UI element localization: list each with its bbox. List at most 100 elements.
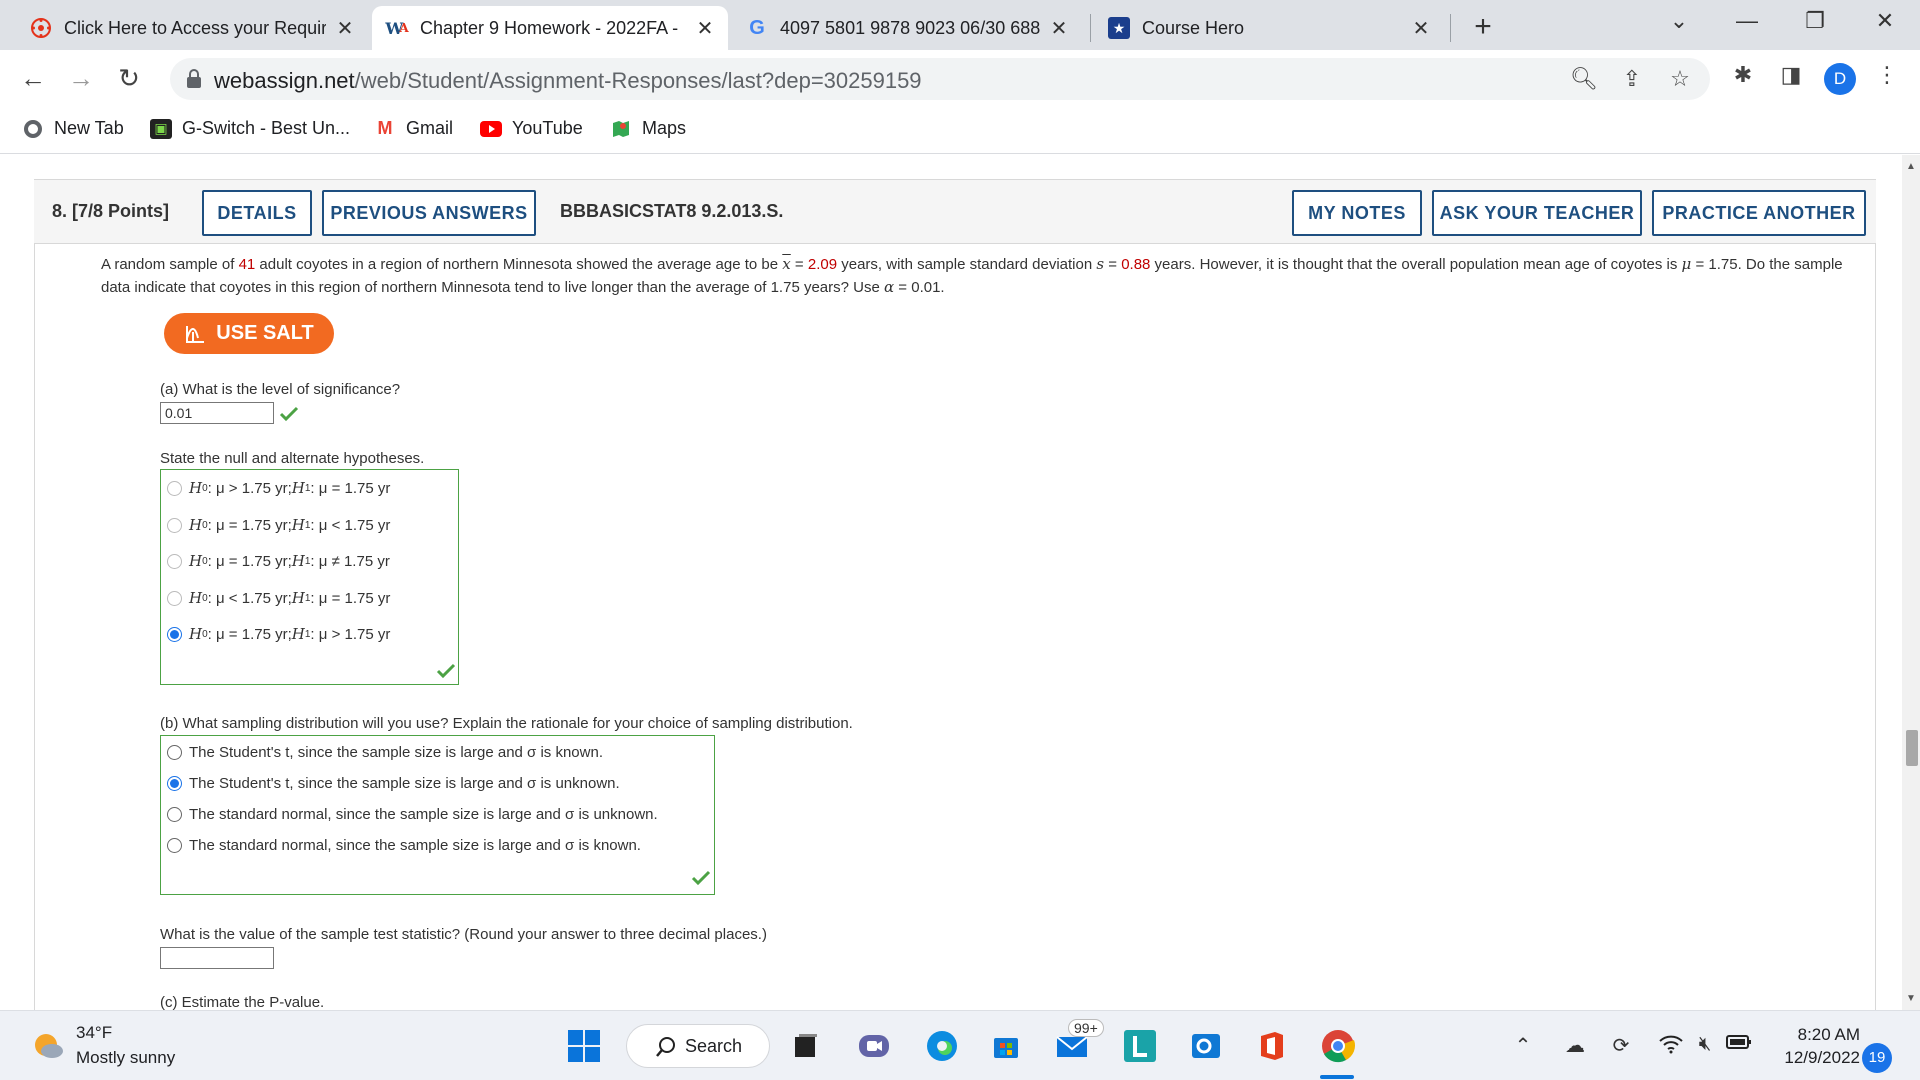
chrome-icon[interactable] — [1318, 1026, 1358, 1066]
taskbar-search[interactable]: Search — [626, 1024, 770, 1068]
hypothesis-option[interactable]: H0: μ < 1.75 yr; H1: μ = 1.75 yr — [167, 589, 390, 607]
windows-start-icon[interactable] — [564, 1026, 604, 1066]
webassign-page: 8. [7/8 Points] DETAILS PREVIOUS ANSWERS… — [0, 155, 1902, 1010]
radio-button-selected[interactable] — [167, 626, 182, 642]
sampling-option[interactable]: The standard normal, since the sample si… — [167, 806, 658, 823]
profile-avatar[interactable]: D — [1824, 63, 1856, 95]
salt-label: USE SALT — [216, 322, 314, 344]
search-label: Search — [685, 1035, 743, 1056]
radio-button[interactable] — [167, 480, 182, 496]
correct-check-icon — [279, 406, 299, 422]
gswitch-icon: ▣ — [150, 118, 172, 139]
use-salt-button[interactable]: USE SALT — [164, 313, 334, 354]
radio-button[interactable] — [167, 838, 182, 853]
lumen-l-icon[interactable] — [1120, 1026, 1160, 1066]
task-view-icon[interactable] — [786, 1026, 826, 1066]
reload-icon[interactable]: ↻ — [112, 62, 146, 96]
question-code: BBBASICSTAT8 9.2.013.S. — [560, 201, 784, 221]
teams-chat-icon[interactable] — [854, 1026, 894, 1066]
correct-check-icon — [436, 663, 456, 679]
test-statistic-input[interactable] — [160, 947, 274, 969]
side-panel-icon[interactable]: ◨ — [1776, 62, 1806, 88]
sampling-option[interactable]: The standard normal, since the sample si… — [167, 837, 641, 854]
sampling-option-selected[interactable]: The Student's t, since the sample size i… — [167, 775, 620, 792]
system-clock[interactable]: 8:20 AM 12/9/2022 — [1760, 1023, 1860, 1069]
radio-button[interactable] — [167, 745, 182, 760]
tab-close-icon[interactable]: ✕ — [1048, 16, 1070, 41]
tab-close-icon[interactable]: ✕ — [334, 16, 356, 41]
tab-require[interactable]: Click Here to Access your Require ✕ — [16, 6, 368, 50]
google-logo-icon: G — [749, 16, 765, 39]
tab-close-icon[interactable]: ✕ — [1410, 16, 1432, 41]
significance-input[interactable] — [160, 402, 274, 424]
practice-another-button[interactable]: PRACTICE ANOTHER — [1652, 190, 1866, 236]
office-icon[interactable] — [1252, 1026, 1292, 1066]
radio-button[interactable] — [167, 553, 182, 569]
forward-arrow-icon[interactable]: → — [64, 62, 98, 96]
part-a-prompt: (a) What is the level of significance? — [160, 381, 401, 398]
maps-icon — [610, 119, 632, 139]
details-button[interactable]: DETAILS — [202, 190, 312, 236]
zoom-icon[interactable]: 🔍︎ — [1570, 66, 1598, 92]
tab-search-chevron-icon[interactable]: ⌄ — [1664, 8, 1694, 34]
question-header: 8. [7/8 Points] DETAILS PREVIOUS ANSWERS… — [34, 179, 1876, 244]
bookmark-gmail[interactable]: M Gmail — [374, 118, 454, 139]
restore-icon[interactable]: ❐ — [1800, 8, 1830, 34]
bookmark-youtube[interactable]: YouTube — [480, 118, 583, 139]
correct-check-icon — [691, 870, 711, 886]
sync-icon[interactable]: ⟳ — [1606, 1033, 1636, 1058]
hypothesis-option[interactable]: H0: μ > 1.75 yr; H1: μ = 1.75 yr — [167, 479, 390, 497]
sampling-option[interactable]: The Student's t, since the sample size i… — [167, 744, 603, 761]
hypothesis-option-selected[interactable]: H0: μ = 1.75 yr; H1: μ > 1.75 yr — [167, 625, 390, 643]
tab-google[interactable]: G 4097 5801 9878 9023 06/30 688 ✕ — [732, 6, 1082, 50]
tab-title: Chapter 9 Homework - 2022FA - — [420, 17, 679, 38]
close-window-icon[interactable]: ✕ — [1870, 8, 1900, 34]
bookmark-gswitch[interactable]: ▣ G-Switch - Best Un... — [150, 118, 350, 139]
tab-title: Click Here to Access your Require — [64, 17, 326, 38]
hypotheses-prompt: State the null and alternate hypotheses. — [160, 450, 425, 467]
minimize-icon[interactable]: — — [1732, 8, 1762, 34]
sampling-options: The Student's t, since the sample size i… — [160, 735, 715, 895]
menu-kebab-icon[interactable]: ⋮ — [1872, 62, 1902, 88]
edge-browser-icon[interactable] — [922, 1026, 962, 1066]
tab-strip: Click Here to Access your Require ✕ WA C… — [0, 0, 1920, 50]
problem-statement: A random sample of 41 adult coyotes in a… — [101, 255, 1843, 296]
address-bar[interactable]: webassign.net/web/Student/Assignment-Res… — [170, 58, 1710, 100]
my-notes-button[interactable]: MY NOTES — [1292, 190, 1422, 236]
scrollbar-thumb[interactable] — [1906, 730, 1918, 766]
bookmark-label: Gmail — [406, 118, 454, 138]
coursehero-logo-icon: ★ — [1108, 17, 1130, 39]
wifi-icon[interactable] — [1656, 1033, 1686, 1061]
bookmarks-bar: New Tab ▣ G-Switch - Best Un... M Gmail … — [0, 108, 1920, 154]
radio-button[interactable] — [167, 517, 182, 533]
hypothesis-option[interactable]: H0: μ = 1.75 yr; H1: μ < 1.75 yr — [167, 516, 390, 534]
page-scrollbar[interactable]: ▲ ▼ — [1902, 155, 1920, 1010]
tab-coursehero[interactable]: ★ Course Hero ✕ — [1094, 6, 1444, 50]
scroll-up-arrow-icon[interactable]: ▲ — [1906, 161, 1916, 172]
scroll-down-arrow-icon[interactable]: ▼ — [1906, 993, 1916, 1004]
back-arrow-icon[interactable]: ← — [16, 62, 50, 96]
ask-your-teacher-button[interactable]: ASK YOUR TEACHER — [1432, 190, 1642, 236]
tab-close-icon[interactable]: ✕ — [694, 16, 716, 41]
previous-answers-button[interactable]: PREVIOUS ANSWERS — [322, 190, 536, 236]
bookmark-star-icon[interactable]: ☆ — [1666, 66, 1694, 92]
notification-count-badge[interactable]: 19 — [1862, 1043, 1892, 1073]
new-tab-plus-icon[interactable]: + — [1468, 10, 1498, 44]
bookmark-new-tab[interactable]: New Tab — [22, 118, 124, 139]
onedrive-cloud-icon[interactable]: ☁ — [1560, 1033, 1590, 1058]
outlook-icon[interactable] — [1186, 1026, 1226, 1066]
radio-button-selected[interactable] — [167, 776, 182, 791]
share-icon[interactable]: ⇪ — [1618, 66, 1646, 92]
radio-button[interactable] — [167, 807, 182, 822]
search-icon — [656, 1037, 675, 1057]
tray-overflow-chevron-icon[interactable]: ⌃ — [1508, 1033, 1538, 1058]
volume-muted-icon[interactable]: 🔇︎ — [1690, 1033, 1720, 1056]
extensions-puzzle-icon[interactable]: ✱ — [1728, 62, 1758, 88]
tab-webassign[interactable]: WA Chapter 9 Homework - 2022FA - ✕ — [372, 6, 728, 50]
microsoft-store-icon[interactable] — [986, 1026, 1026, 1066]
radio-button[interactable] — [167, 590, 182, 606]
bookmark-maps[interactable]: Maps — [610, 118, 686, 139]
battery-icon[interactable] — [1724, 1033, 1754, 1056]
hypothesis-option[interactable]: H0: μ = 1.75 yr; H1: μ ≠ 1.75 yr — [167, 552, 390, 570]
sun-weather-icon[interactable] — [30, 1027, 66, 1063]
